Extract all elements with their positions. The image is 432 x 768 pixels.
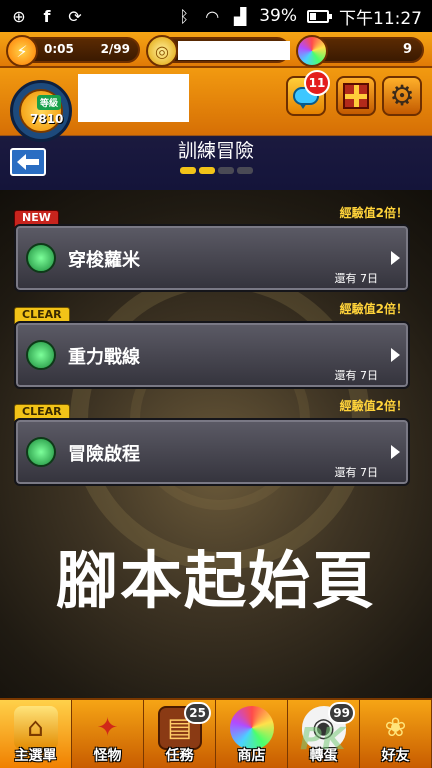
- battery-percent: 39%: [259, 6, 297, 26]
- settings-button[interactable]: ⚙: [382, 76, 422, 116]
- gift-box-icon: [343, 83, 369, 109]
- quest-item[interactable]: 重力戰線 還有 7日: [14, 321, 410, 389]
- bluetooth-icon: ᛒ: [179, 6, 189, 26]
- watermark-logo: PK: [300, 722, 346, 757]
- battery-fill: [310, 12, 317, 20]
- nav-shop[interactable]: 商店: [216, 700, 288, 768]
- quest-remaining: 還有 7日: [334, 466, 379, 479]
- chevron-right-icon: [391, 251, 400, 265]
- status-right: ᛒ ◠ ▟ 39% 下午11:27: [175, 4, 422, 29]
- nav-home[interactable]: ⌂ 主選單: [0, 700, 72, 768]
- rank-ring[interactable]: 等級 7810: [10, 80, 72, 142]
- nav-label: 怪物: [93, 748, 122, 764]
- coin-icon: ◎: [146, 35, 178, 67]
- sync-icon: ⟳: [68, 6, 82, 26]
- stamina-pill[interactable]: ⚡ 0:05 2/99: [6, 35, 140, 67]
- overlay-caption: 腳本起始頁: [55, 544, 376, 617]
- stamina-timer: 0:05: [44, 42, 74, 56]
- player-panel: 等級 7810 11 ⚙ 訓練冒險: [0, 68, 432, 190]
- quest-name: 重力戰線: [68, 347, 140, 368]
- green-orb-icon: [26, 340, 56, 370]
- quest-name: 冒險啟程: [68, 444, 140, 465]
- rank-label: 等級: [37, 95, 61, 110]
- status-left: ⊕ f ⟳: [10, 6, 84, 26]
- home-icon: ⌂: [13, 706, 58, 750]
- quest-list-area: NEW 經驗值2倍！ 穿梭蘿米 還有 7日 CLEAR 經驗值2倍！ 重力戰線 …: [0, 190, 432, 698]
- usb-icon: ⊕: [12, 6, 26, 26]
- chevron-right-icon: [391, 445, 400, 459]
- nav-monsters[interactable]: ✦ 怪物: [72, 700, 144, 768]
- nav-friends[interactable]: ❀ 好友: [360, 700, 432, 768]
- gacha-badge: 99: [328, 702, 355, 724]
- chevron-right-icon: [391, 348, 400, 362]
- green-orb-icon: [26, 243, 56, 273]
- coins-pill[interactable]: ◎: [146, 35, 290, 67]
- page-dot: [237, 167, 253, 174]
- wifi-icon: ◠: [205, 6, 220, 26]
- redacted-player-name: [78, 74, 189, 122]
- page-title: 訓練冒險: [177, 140, 254, 162]
- quest-remaining: 還有 7日: [334, 369, 379, 382]
- lightning-icon: ⚡: [6, 35, 38, 67]
- nav-label: 主選單: [14, 748, 57, 764]
- missions-badge: 25: [184, 702, 211, 724]
- quest-exp-bonus: 經驗值2倍！: [339, 206, 408, 220]
- clock: 下午11:27: [339, 8, 422, 29]
- quest-name: 穿梭蘿米: [68, 250, 140, 271]
- page-dot: [199, 167, 215, 174]
- page-dot: [180, 167, 196, 174]
- quest-exp-bonus: 經驗值2倍！: [339, 399, 408, 413]
- message-count-badge: 11: [304, 70, 330, 96]
- monster-icon: ✦: [96, 713, 119, 743]
- nav-label: 好友: [381, 748, 410, 764]
- gear-icon: ⚙: [389, 79, 415, 112]
- nav-label: 商店: [237, 748, 266, 764]
- status-bar: ⊕ f ⟳ ᛒ ◠ ▟ 39% 下午11:27: [0, 0, 432, 32]
- gift-button[interactable]: [336, 76, 376, 116]
- page-dot: [218, 167, 234, 174]
- orb-count: 9: [402, 42, 412, 57]
- orb-icon: [229, 706, 274, 750]
- facebook-icon: f: [43, 6, 51, 26]
- resource-bar: ⚡ 0:05 2/99 ◎ 9: [0, 32, 432, 68]
- quest-remaining: 還有 7日: [334, 272, 379, 285]
- quest-exp-bonus: 經驗值2倍！: [339, 302, 408, 316]
- quest-item[interactable]: 冒險啟程 還有 7日: [14, 418, 410, 486]
- page-indicator: [180, 167, 253, 174]
- redacted-coins: [178, 41, 290, 60]
- rank-value: 7810: [30, 112, 64, 126]
- nav-missions[interactable]: ▤ 25 任務: [144, 700, 216, 768]
- friends-icon: ❀: [384, 713, 407, 743]
- quest-item[interactable]: 穿梭蘿米 還有 7日: [14, 224, 410, 292]
- orbs-pill[interactable]: 9: [296, 35, 424, 67]
- bottom-nav: ⌂ 主選單 ✦ 怪物 ▤ 25 任務 商店 ◉ 99 轉蛋 ❀ 好友: [0, 698, 432, 768]
- nav-label: 任務: [165, 748, 194, 764]
- rank-circle: 等級 7810: [19, 89, 63, 133]
- green-orb-icon: [26, 437, 56, 467]
- battery-icon: [307, 9, 332, 23]
- rainbow-orb-icon: [296, 35, 328, 67]
- stamina-value: 2/99: [100, 42, 130, 56]
- signal-icon: ▟: [234, 6, 247, 26]
